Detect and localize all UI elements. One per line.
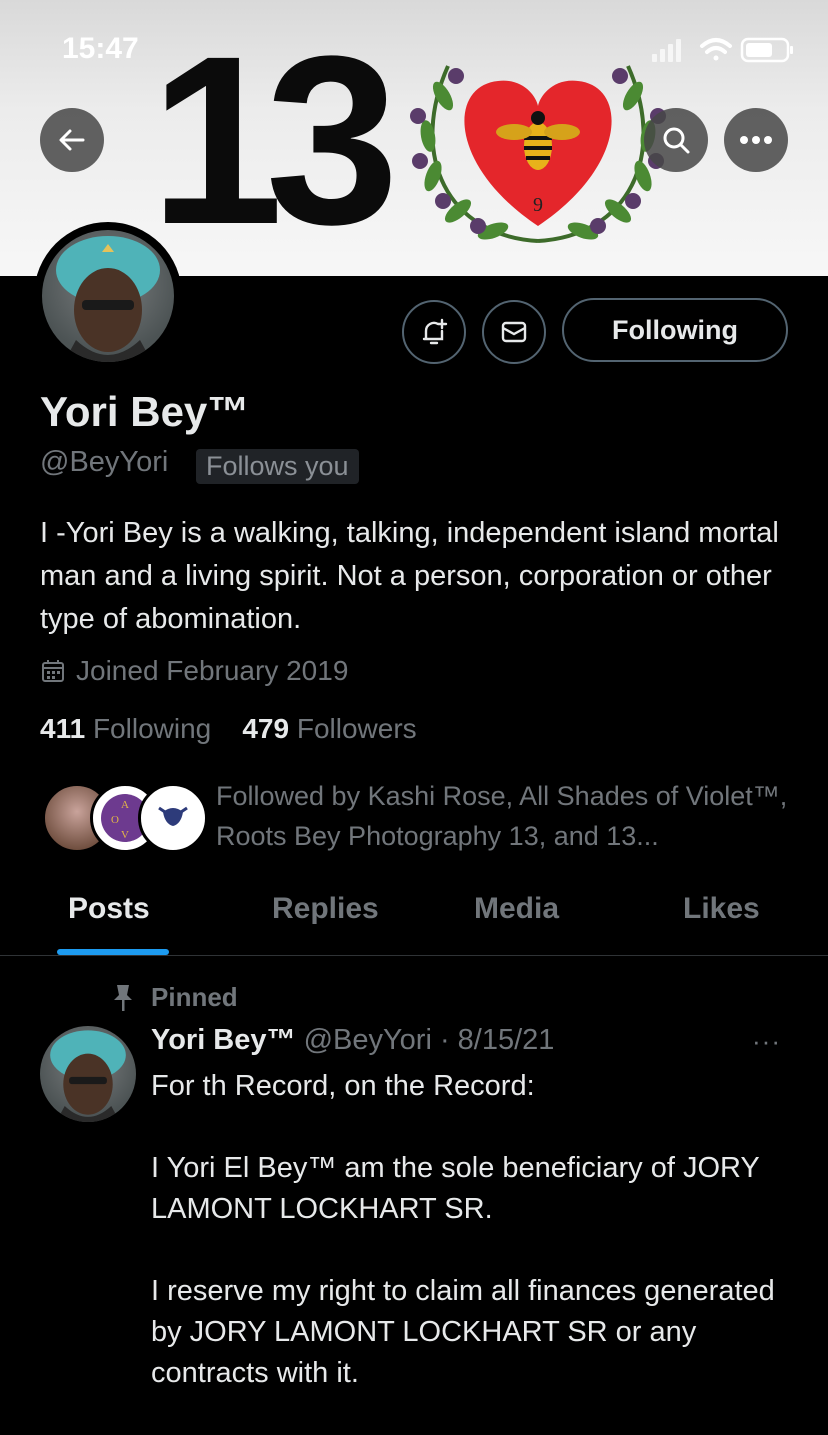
bio: I -Yori Bey is a walking, talking, indep… <box>40 517 779 635</box>
banner-number: 13 <box>150 6 399 274</box>
mini-avatar-letter: V <box>121 829 129 841</box>
more-options-button[interactable] <box>724 108 788 172</box>
envelope-icon <box>501 321 527 343</box>
message-button[interactable] <box>482 300 546 364</box>
joined-date: Joined February 2019 <box>40 655 348 687</box>
display-name: Yori Bey™ <box>40 388 250 435</box>
tab-divider <box>0 955 828 956</box>
status-icons <box>652 37 793 63</box>
status-time: 15:47 <box>62 32 139 65</box>
heart-number: 9 <box>533 194 543 216</box>
tab-likes[interactable]: Likes <box>683 892 760 926</box>
bell-plus-icon <box>422 318 448 345</box>
pinned-label: Pinned <box>151 982 238 1012</box>
post-paragraph: I reserve my right to claim all finances… <box>151 1275 775 1389</box>
following-label: Following <box>92 713 212 744</box>
post-paragraph: For th Record, on the Record: <box>151 1070 535 1102</box>
followed-by-text[interactable]: Followed by Kashi Rose, All Shades of Vi… <box>216 776 806 856</box>
joined-label: Joined February 2019 <box>76 655 349 686</box>
mini-avatar <box>138 783 208 853</box>
followers-label: Followers <box>296 713 417 744</box>
post-author-meta: @BeyYori · 8/15/21 <box>303 1024 555 1056</box>
avatar-image <box>42 230 174 362</box>
post-paragraph: I Yori El Bey™ am the sole beneficiary o… <box>151 1152 760 1225</box>
notifications-button[interactable] <box>402 300 466 364</box>
mini-avatar-letter: O <box>111 814 119 826</box>
follow-stats: 411 Following 479 Followers <box>40 713 417 745</box>
search-button[interactable] <box>644 108 708 172</box>
followers-count: 479 <box>242 713 290 744</box>
arrow-left-icon <box>59 129 85 151</box>
calendar-icon <box>42 660 64 682</box>
profile-avatar[interactable] <box>34 222 182 370</box>
followers-link[interactable]: 479 Followers <box>242 713 416 744</box>
heart-wreath-emblem: 9 <box>410 65 666 243</box>
tab-posts[interactable]: Posts <box>68 892 150 926</box>
battery-icon <box>740 37 793 63</box>
wifi-icon <box>700 38 732 61</box>
following-button[interactable]: Following <box>562 298 788 362</box>
signal-icon <box>652 39 681 62</box>
search-icon <box>663 127 690 154</box>
follows-you-badge: Follows you <box>196 449 359 484</box>
following-link[interactable]: 411 Following <box>40 713 211 744</box>
post-more-button[interactable]: ··· <box>752 1026 781 1057</box>
post-author-avatar[interactable] <box>40 1026 136 1122</box>
post-author-name[interactable]: Yori Bey™ <box>151 1024 296 1056</box>
tab-replies[interactable]: Replies <box>272 892 379 926</box>
more-horizontal-icon <box>740 136 772 144</box>
following-count: 411 <box>40 713 86 744</box>
handle: @BeyYori <box>40 446 169 478</box>
tab-media[interactable]: Media <box>474 892 559 926</box>
back-button[interactable] <box>40 108 104 172</box>
followed-by-avatars[interactable]: A O V <box>42 783 208 855</box>
mini-avatar-letter: A <box>121 799 129 811</box>
post-body[interactable]: For th Record, on the Record: I Yori El … <box>151 1066 801 1435</box>
post-header: Yori Bey™ @BeyYori · 8/15/21 <box>151 1024 554 1057</box>
pin-icon <box>114 985 132 1011</box>
